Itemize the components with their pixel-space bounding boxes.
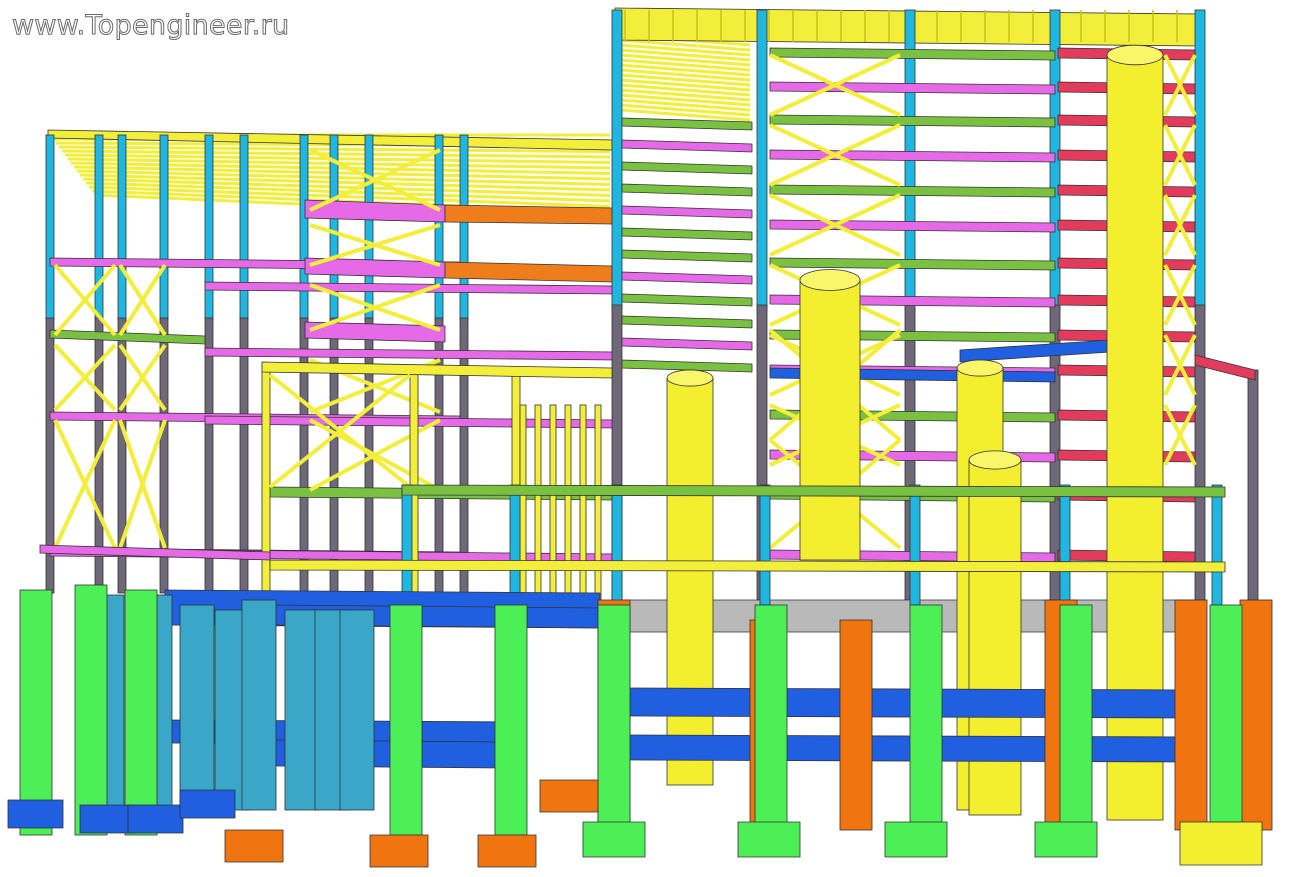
floor-beam-blue bbox=[959, 339, 1111, 363]
footing-blue bbox=[79, 804, 136, 834]
pier-lime bbox=[389, 604, 423, 836]
floor-beam bbox=[621, 337, 753, 351]
tank-mid-top bbox=[956, 359, 1004, 377]
yellow-column bbox=[261, 364, 271, 606]
watermark-text: www.Topengineer.ru bbox=[11, 10, 290, 42]
pier-teal bbox=[339, 609, 375, 811]
floor-beam-green bbox=[49, 329, 206, 345]
floor-beam bbox=[621, 271, 753, 285]
footing-lime bbox=[1034, 821, 1098, 858]
background-structure bbox=[45, 129, 616, 594]
footing-lime bbox=[737, 821, 801, 858]
pier-teal bbox=[241, 599, 277, 811]
column-front bbox=[1059, 484, 1071, 606]
floor-beam bbox=[621, 227, 753, 241]
column-upper bbox=[611, 9, 623, 311]
column-upper bbox=[1194, 9, 1206, 311]
column-lower bbox=[1194, 304, 1206, 601]
footing-yellow bbox=[1179, 821, 1263, 866]
pier-lime bbox=[1059, 604, 1093, 836]
tank-left bbox=[666, 377, 714, 786]
tank-tall-top bbox=[1106, 44, 1164, 66]
floor-beam bbox=[769, 114, 1056, 128]
column-upper bbox=[117, 134, 127, 321]
column-lower bbox=[459, 317, 469, 594]
column-upper bbox=[299, 134, 309, 321]
pier-orange bbox=[1239, 599, 1273, 831]
platform-beam-orange bbox=[444, 261, 613, 283]
tank-left-top bbox=[666, 369, 714, 387]
floor-beam bbox=[769, 257, 1056, 271]
column-upper bbox=[756, 9, 768, 311]
floor-beam bbox=[769, 184, 1056, 198]
pier-orange bbox=[1174, 599, 1208, 831]
footing-orange bbox=[539, 779, 599, 813]
floor-beam bbox=[621, 249, 753, 263]
column-upper bbox=[239, 134, 249, 321]
floor-beam bbox=[621, 161, 753, 175]
footing-lime bbox=[884, 821, 948, 858]
outrigger-column bbox=[1247, 369, 1259, 601]
platform-beam-orange bbox=[444, 204, 613, 225]
floor-beam bbox=[769, 47, 1056, 61]
front-beam bbox=[401, 484, 1226, 498]
floor-beam bbox=[621, 139, 753, 153]
floor-beam bbox=[621, 183, 753, 197]
footing-blue bbox=[179, 789, 236, 819]
footing-orange bbox=[224, 829, 284, 863]
pier-lime bbox=[597, 604, 631, 836]
floor-beam-magenta bbox=[204, 347, 616, 361]
footing-blue bbox=[7, 799, 64, 829]
floor-beam bbox=[769, 219, 1056, 233]
floor-beam bbox=[621, 315, 753, 329]
pier-lime bbox=[494, 604, 528, 836]
column-upper bbox=[45, 134, 55, 321]
footing-lime bbox=[582, 821, 646, 858]
tank-back bbox=[799, 279, 861, 561]
column-upper bbox=[94, 134, 104, 321]
footing-blue bbox=[127, 804, 184, 834]
pier-orange bbox=[839, 619, 873, 831]
pier-teal bbox=[284, 609, 320, 811]
pier-lime bbox=[124, 589, 158, 836]
column-front bbox=[759, 484, 771, 606]
column-front bbox=[909, 484, 921, 606]
column-front bbox=[401, 484, 413, 606]
column-upper bbox=[204, 134, 214, 321]
pier-lime bbox=[1209, 604, 1243, 836]
floor-beam bbox=[621, 205, 753, 219]
pier-lime bbox=[754, 604, 788, 836]
pier-teal bbox=[179, 604, 215, 811]
column-front bbox=[611, 484, 623, 606]
tank-back-top bbox=[799, 269, 861, 291]
tank-front-top bbox=[968, 450, 1022, 470]
pier-lime bbox=[74, 584, 108, 836]
floor-beam bbox=[769, 149, 1056, 163]
front-beam-yellow bbox=[269, 559, 1226, 573]
floor-beam bbox=[621, 293, 753, 307]
footing-orange bbox=[477, 834, 537, 868]
floor-beam bbox=[769, 81, 1056, 95]
floor-beam-magenta bbox=[204, 281, 616, 295]
low-beam-magenta bbox=[39, 544, 271, 561]
pier-lime bbox=[909, 604, 943, 836]
column-front bbox=[509, 484, 521, 606]
column-upper bbox=[364, 134, 374, 321]
footing-orange bbox=[369, 834, 429, 868]
low-frame-block bbox=[39, 361, 1226, 606]
pier-lime bbox=[19, 589, 53, 836]
column-upper bbox=[159, 134, 169, 321]
structural-model-render bbox=[7, 7, 1273, 868]
column-front bbox=[1211, 484, 1223, 606]
